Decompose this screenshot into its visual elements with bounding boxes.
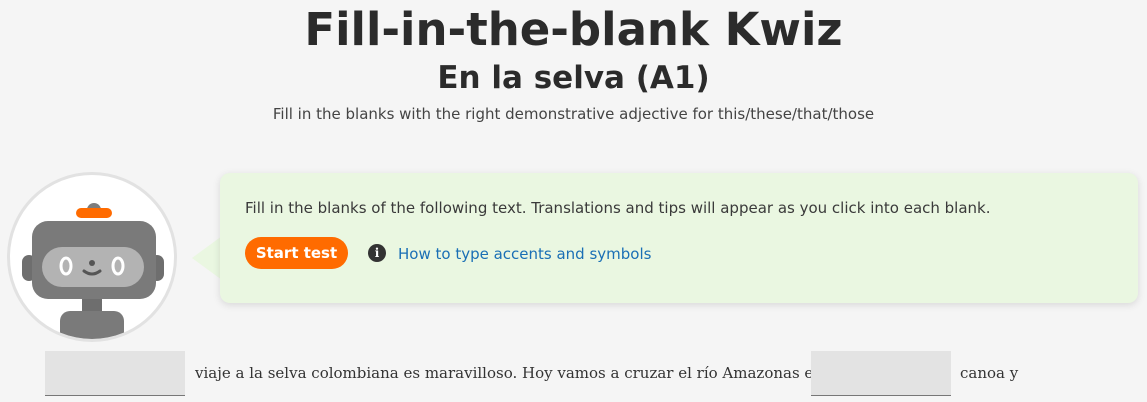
quiz-page: Fill-in-the-blank Kwiz En la selva (A1) … — [0, 0, 1147, 402]
page-subtitle: En la selva (A1) — [437, 60, 710, 96]
blank-input-1[interactable] — [45, 351, 185, 396]
blank-input-2[interactable] — [811, 351, 951, 396]
panel-instructions-text: Fill in the blanks of the following text… — [245, 199, 991, 217]
accents-help-link[interactable]: How to type accents and symbols — [398, 243, 651, 265]
quiz-instructions: Fill in the blanks with the right demons… — [272, 105, 875, 123]
speech-bubble-tail — [192, 236, 222, 280]
robot-avatar-icon — [7, 172, 177, 342]
page-title: Fill-in-the-blank Kwiz — [304, 3, 843, 56]
sentence-segment-1: viaje a la selva colombiana es maravillo… — [195, 364, 823, 382]
instructions-panel: Fill in the blanks of the following text… — [220, 173, 1138, 303]
info-circle-icon: i — [368, 244, 386, 262]
sentence-segment-2: canoa y — [960, 364, 1019, 382]
start-test-button[interactable]: Start test — [245, 237, 348, 269]
